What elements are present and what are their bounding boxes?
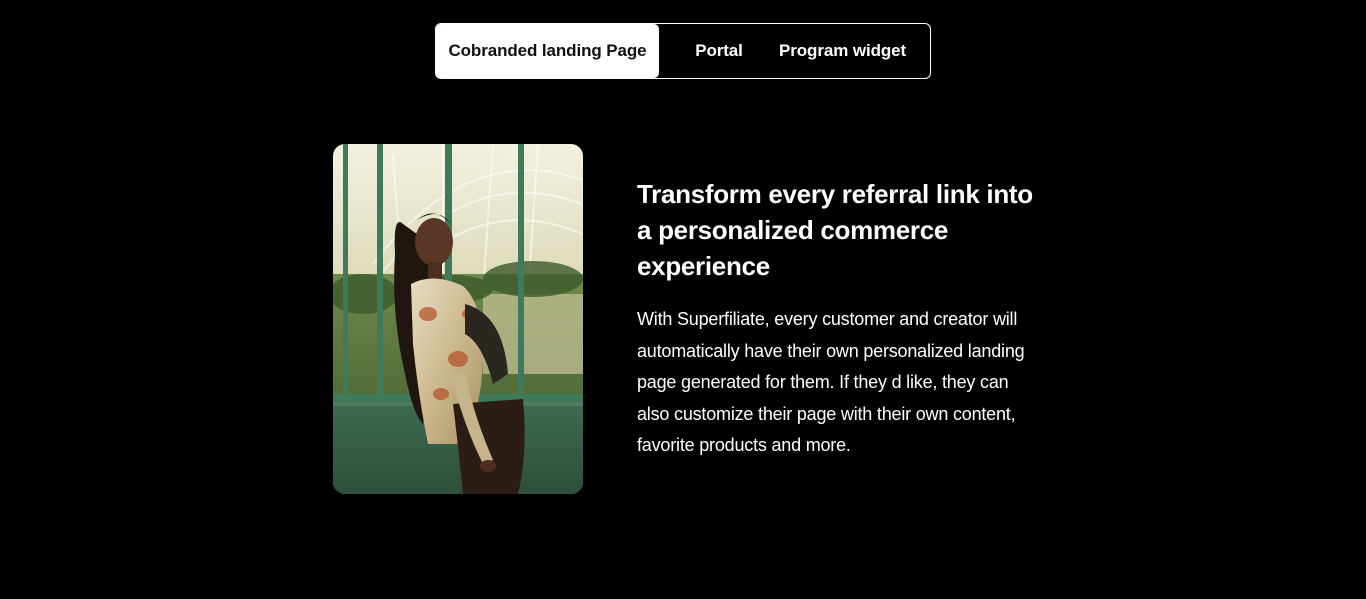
- tab-cobranded-landing-page[interactable]: Cobranded landing Page: [436, 24, 659, 78]
- feature-copy: Transform every referral link into a per…: [637, 176, 1047, 462]
- tab-portal[interactable]: Portal: [659, 24, 779, 78]
- feature-description: With Superfiliate, every customer and cr…: [637, 309, 1025, 455]
- tab-program-widget[interactable]: Program widget: [779, 24, 930, 78]
- feature-photo: [333, 144, 583, 494]
- page: Cobranded landing Page Portal Program wi…: [0, 0, 1366, 599]
- feature-headline: Transform every referral link into a per…: [637, 179, 1033, 281]
- tab-switcher: Cobranded landing Page Portal Program wi…: [435, 23, 931, 79]
